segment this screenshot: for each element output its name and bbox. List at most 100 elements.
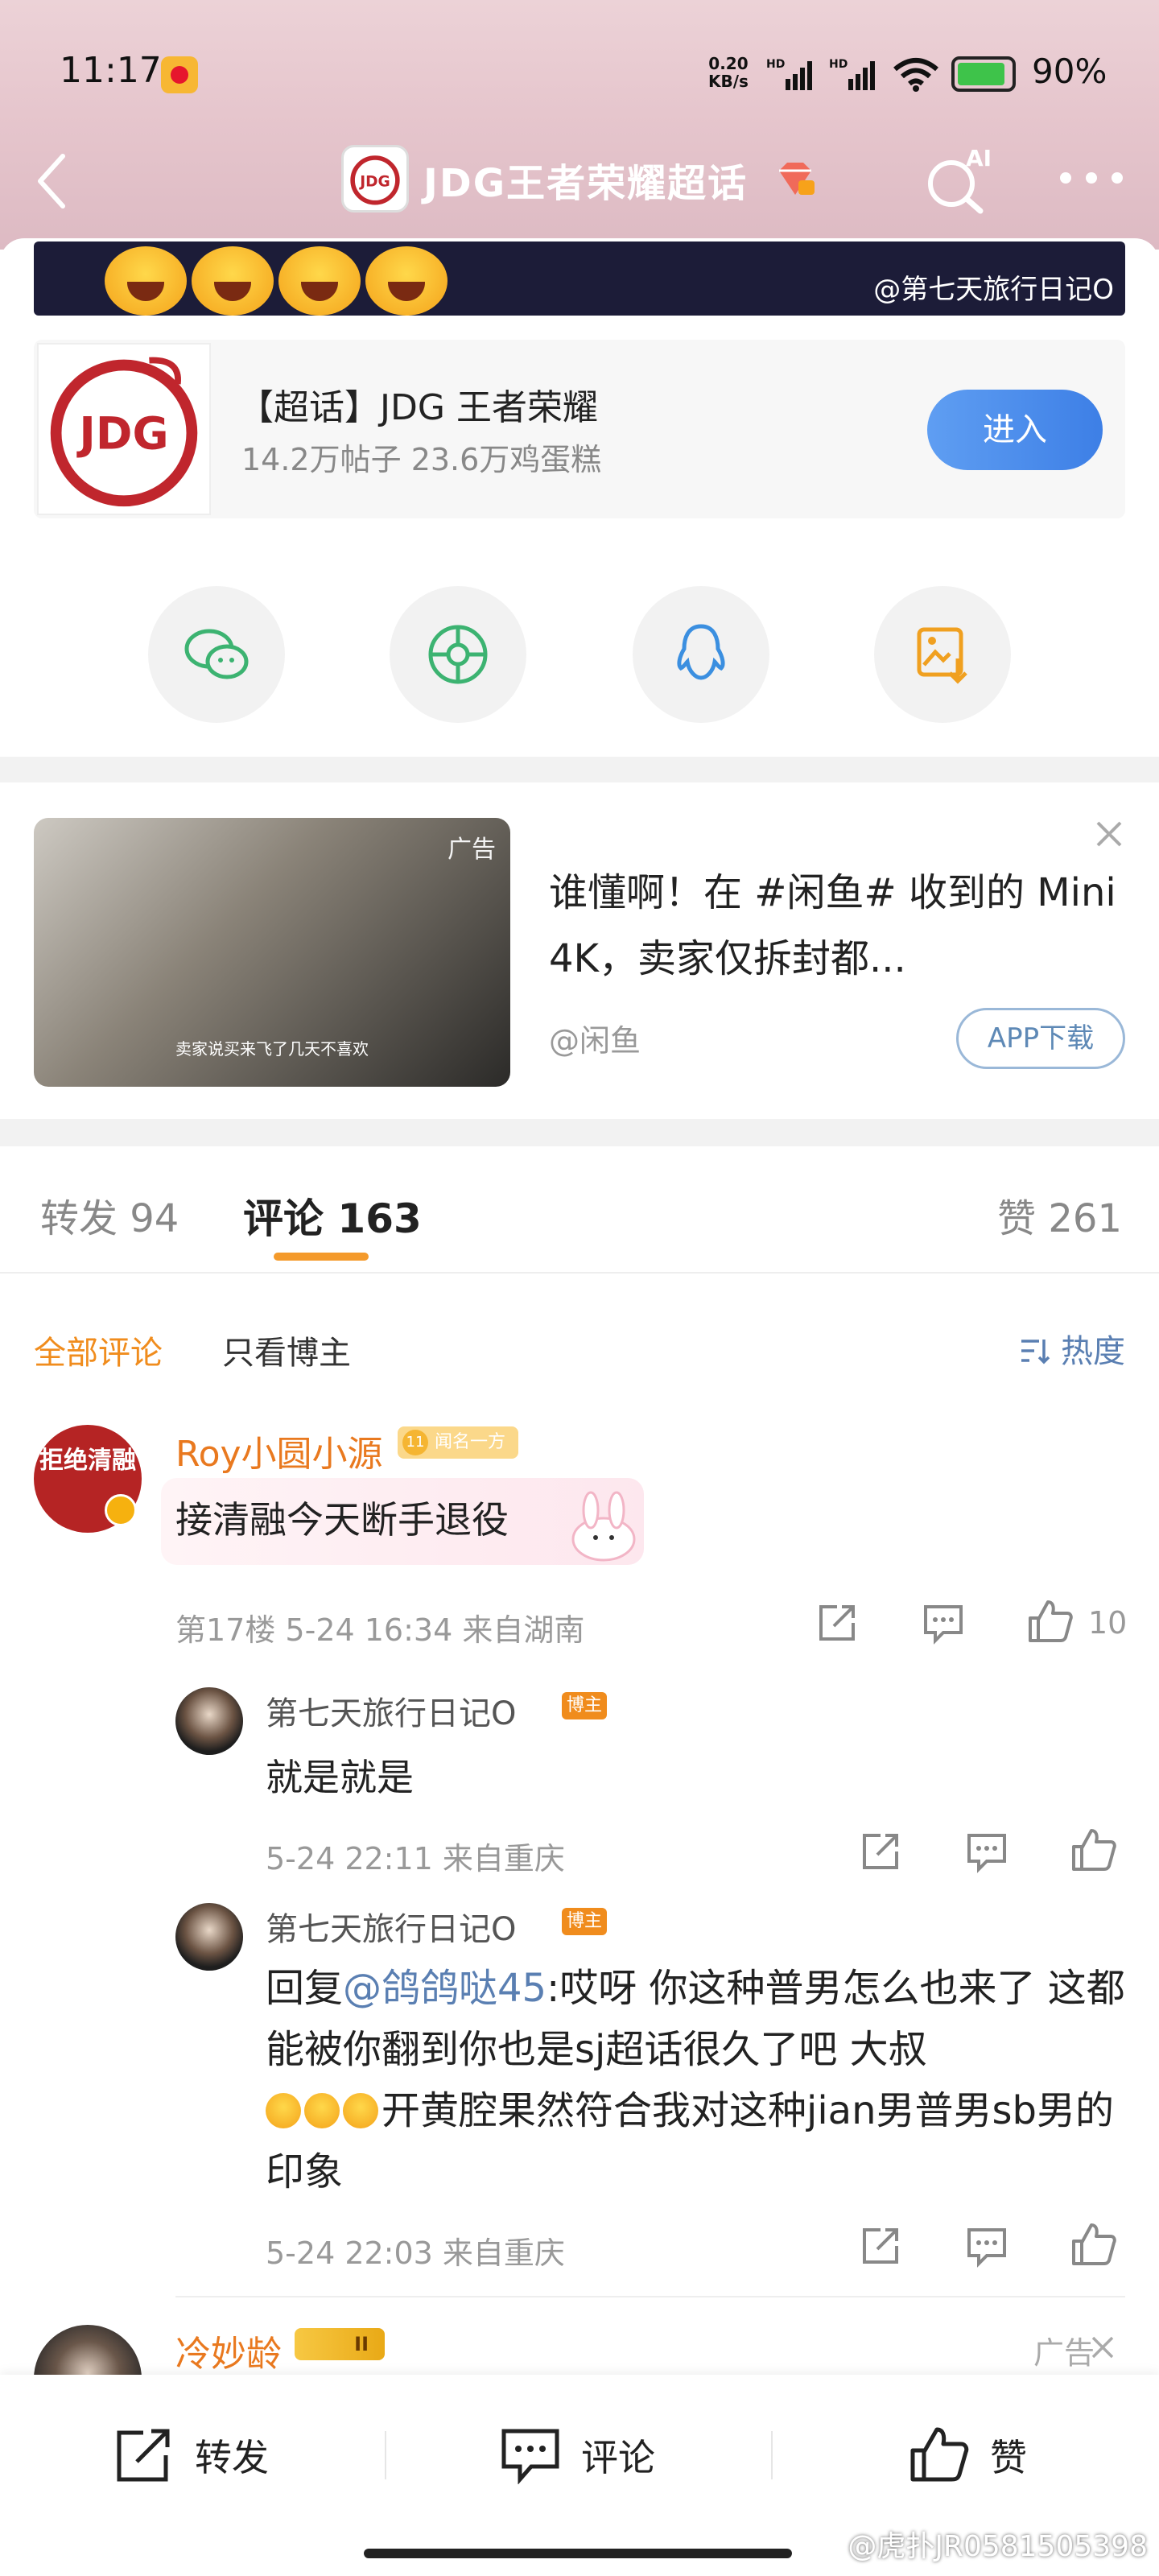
sort-hot-button[interactable]: 热度 [1018, 1325, 1125, 1372]
comment-icon[interactable] [919, 1599, 967, 1647]
bunny-sticker-icon [571, 1491, 636, 1562]
comment-icon[interactable] [963, 1827, 1011, 1876]
repost-button[interactable]: 转发 [113, 2423, 269, 2487]
divider [385, 2431, 386, 2479]
badge-level: 11 [402, 1430, 428, 1455]
reply-divider [175, 2296, 1125, 2297]
ai-search-icon[interactable]: AI [924, 145, 993, 214]
network-speed: 0.20 KB/s [708, 55, 749, 90]
ad-title[interactable]: 谁懂啊！在 #闲鱼# 收到的 Mini 4K，卖家仅拆封都... [549, 860, 1120, 992]
crown-level: II [354, 2333, 369, 2355]
tab-comment[interactable]: 评论 163 [243, 1187, 422, 1245]
filter-author-only[interactable]: 只看博主 [222, 1327, 351, 1373]
post-image-banner[interactable]: @第七天旅行日记O [34, 242, 1125, 316]
like-count: 10 [1088, 1605, 1128, 1641]
svg-text:JDG: JDG [76, 408, 168, 460]
signal-icon: HD [766, 58, 812, 90]
section-separator [0, 1119, 1159, 1146]
close-icon[interactable] [1091, 816, 1127, 852]
comment-username[interactable]: 冷妙龄 [175, 2325, 282, 2376]
close-icon[interactable] [1088, 2333, 1117, 2362]
reply-meta: 5-24 22:03 来自重庆 [266, 2235, 565, 2271]
mention-link[interactable]: @鸽鸽哒45 [343, 1966, 547, 2011]
like-button[interactable]: 赞 [908, 2423, 1027, 2487]
reply-body-continued: 开黄腔果然符合我对这种jian男普男sb男的印象 [266, 2088, 1114, 2194]
crown-badge: II [295, 2328, 385, 2360]
status-time: 11:17 [60, 50, 162, 91]
repost-icon[interactable] [813, 1599, 861, 1647]
qq-icon [677, 624, 725, 680]
crying-emoji-icon [278, 246, 361, 316]
crying-emoji-icon [266, 2093, 301, 2128]
topic-name: 【超话】JDG 王者荣耀 [238, 387, 598, 428]
author-tag: 博主 [562, 1908, 607, 1935]
reply-username[interactable]: 第七天旅行日记O [266, 1687, 516, 1734]
comment-text: 接清融今天断手退役 [175, 1498, 509, 1542]
section-separator [0, 757, 1159, 782]
like-icon[interactable] [1025, 1597, 1074, 1645]
like-icon [910, 2427, 969, 2482]
weibo-notification-icon [161, 56, 198, 93]
battery-icon [951, 56, 1016, 92]
reply-text: 回复@鸽鸽哒45:哎呀 你这种普男怎么也来了 这都能被你翻到你也是sj超话很久了… [266, 1958, 1135, 2202]
signal-icon: HD [829, 58, 875, 90]
battery-percent: 90% [1032, 52, 1107, 91]
avatar[interactable] [175, 1687, 243, 1755]
comment-icon[interactable] [963, 2222, 1011, 2270]
topic-logo: JDG [341, 145, 409, 213]
comment-icon [501, 2429, 559, 2484]
crying-emoji-icon [343, 2093, 378, 2128]
badge-label: 闻名一方 [435, 1432, 506, 1452]
crying-emoji-icon [304, 2093, 340, 2128]
filter-all-comments[interactable]: 全部评论 [34, 1327, 163, 1373]
svg-text:AI: AI [966, 145, 992, 171]
reply-text: 就是就是 [266, 1756, 414, 1799]
image-credit: @第七天旅行日记O [873, 274, 1114, 306]
ad-image-tag: 广告 [448, 836, 496, 864]
repost-label: 转发 [195, 2436, 269, 2479]
author-tag: 博主 [562, 1692, 607, 1719]
enter-topic-button[interactable]: 进入 [927, 390, 1103, 470]
tab-repost[interactable]: 转发 94 [40, 1187, 179, 1243]
tab-divider [0, 1272, 1159, 1274]
app-download-button[interactable]: APP下载 [956, 1008, 1125, 1069]
svg-text:HD: HD [829, 58, 848, 71]
share-qq-button[interactable] [633, 586, 769, 723]
svg-text:HD: HD [766, 58, 785, 71]
fan-level-badge: 11 闻名一方 [398, 1426, 518, 1459]
repost-icon[interactable] [856, 1827, 905, 1876]
avatar[interactable] [175, 1903, 243, 1971]
save-image-button[interactable] [874, 586, 1011, 723]
topic-stats: 14.2万帖子 23.6万鸡蛋糕 [241, 442, 602, 477]
wifi-icon [893, 58, 938, 92]
save-image-icon [917, 627, 967, 684]
like-icon[interactable] [1069, 2220, 1117, 2268]
tab-like[interactable]: 赞 261 [997, 1187, 1122, 1243]
share-moments-button[interactable] [390, 586, 526, 723]
back-icon[interactable] [35, 153, 68, 209]
gem-icon [779, 163, 815, 195]
page-title: JDG王者荣耀超话 [423, 161, 749, 206]
watermark: @虎扑JR0581505398 [848, 2530, 1148, 2563]
comment-label: 评论 [581, 2436, 655, 2479]
net-speed-value: 0.20 [708, 54, 749, 73]
home-indicator[interactable] [364, 2549, 792, 2558]
ad-image[interactable]: 广告 卖家说买来飞了几天不喜欢 [34, 818, 510, 1087]
reply-meta: 5-24 22:11 来自重庆 [266, 1841, 565, 1876]
comment-username[interactable]: Roy小圆小源 [175, 1425, 383, 1476]
crying-emoji-icon [192, 246, 274, 316]
verified-icon [105, 1494, 137, 1526]
comment-button[interactable]: 评论 [499, 2423, 655, 2487]
reply-prefix: 回复 [266, 1966, 344, 2011]
repost-icon[interactable] [856, 2222, 905, 2270]
crying-emoji-icon [105, 246, 187, 316]
svg-text:JDG: JDG [358, 173, 390, 190]
more-icon[interactable] [1056, 166, 1127, 190]
reply-username[interactable]: 第七天旅行日记O [266, 1903, 516, 1950]
moments-icon [428, 625, 488, 684]
ad-source: @闲鱼 [549, 1023, 641, 1059]
like-icon[interactable] [1069, 1826, 1117, 1874]
comment-meta: 第17楼 5-24 16:34 来自湖南 [175, 1612, 585, 1648]
like-label: 赞 [990, 2436, 1027, 2479]
share-wechat-button[interactable] [148, 586, 285, 723]
